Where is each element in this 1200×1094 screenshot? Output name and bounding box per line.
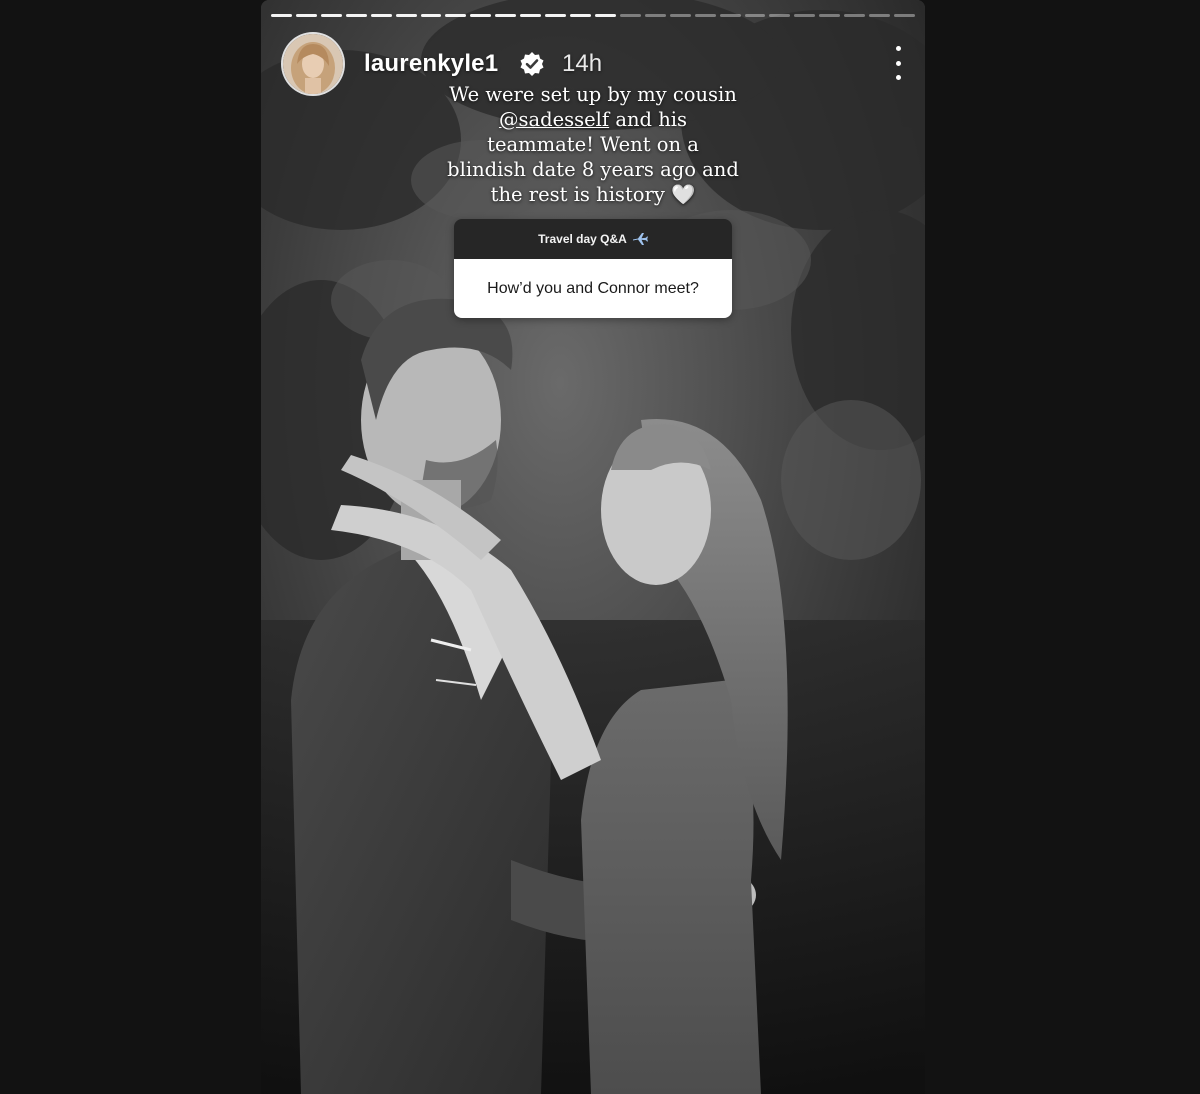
progress-segment: [445, 14, 467, 17]
progress-segment: [869, 14, 891, 17]
story-viewer[interactable]: laurenkyle1 14h We were set up by my cou…: [261, 0, 925, 1094]
progress-segment: [271, 14, 292, 17]
caption-line: the rest is history 🤍: [441, 182, 745, 207]
caption-line: blindish date 8 years ago and: [447, 158, 739, 181]
story-caption: We were set up by my cousin @sadesself a…: [441, 82, 745, 207]
airplane-icon: [632, 233, 648, 245]
question-sticker-title: Travel day Q&A: [538, 232, 627, 246]
progress-segment: [470, 14, 492, 17]
caption-text: the rest is history: [490, 183, 665, 206]
progress-segment: [295, 14, 317, 17]
caption-text: and his: [609, 108, 688, 131]
progress-segment: [744, 14, 766, 17]
more-dot: [895, 75, 901, 80]
avatar[interactable]: [283, 34, 343, 94]
progress-segment: [694, 14, 716, 17]
progress-segment: [345, 14, 367, 17]
progress-segment: [669, 14, 691, 17]
question-sticker-question: How’d you and Connor meet?: [454, 259, 732, 318]
more-dot: [895, 46, 901, 51]
more-dot: [895, 60, 901, 66]
progress-segment: [769, 14, 791, 17]
progress-segment: [819, 14, 841, 17]
progress-segment: [894, 14, 915, 17]
caption-line: teammate! Went on a: [487, 133, 699, 156]
progress-segment: [320, 14, 342, 17]
story-timestamp: 14h: [562, 50, 603, 77]
caption-line: We were set up by my cousin: [449, 83, 737, 106]
username[interactable]: laurenkyle1: [364, 50, 498, 78]
white-heart-emoji: 🤍: [671, 183, 696, 206]
progress-segment: [395, 14, 417, 17]
progress-segment: [719, 14, 741, 17]
progress-segment: [520, 14, 542, 17]
progress-segment: [594, 14, 616, 17]
progress-segment: [495, 14, 517, 17]
page: laurenkyle1 14h We were set up by my cou…: [0, 0, 1200, 1094]
progress-segment: [545, 14, 567, 17]
story-progress-bar: [271, 14, 915, 17]
mention-link[interactable]: @sadesself: [499, 108, 609, 131]
progress-segment: [370, 14, 392, 17]
progress-segment: [844, 14, 866, 17]
progress-segment: [644, 14, 666, 17]
progress-segment: [619, 14, 641, 17]
progress-segment: [794, 14, 816, 17]
progress-segment: [570, 14, 591, 17]
verified-badge-icon: [520, 52, 544, 76]
progress-segment: [420, 14, 442, 17]
more-options-icon[interactable]: [891, 46, 905, 80]
question-sticker[interactable]: Travel day Q&A How’d you and Connor meet…: [454, 219, 732, 318]
caption-line: @sadesself and his: [441, 107, 745, 132]
question-sticker-header: Travel day Q&A: [454, 219, 732, 259]
